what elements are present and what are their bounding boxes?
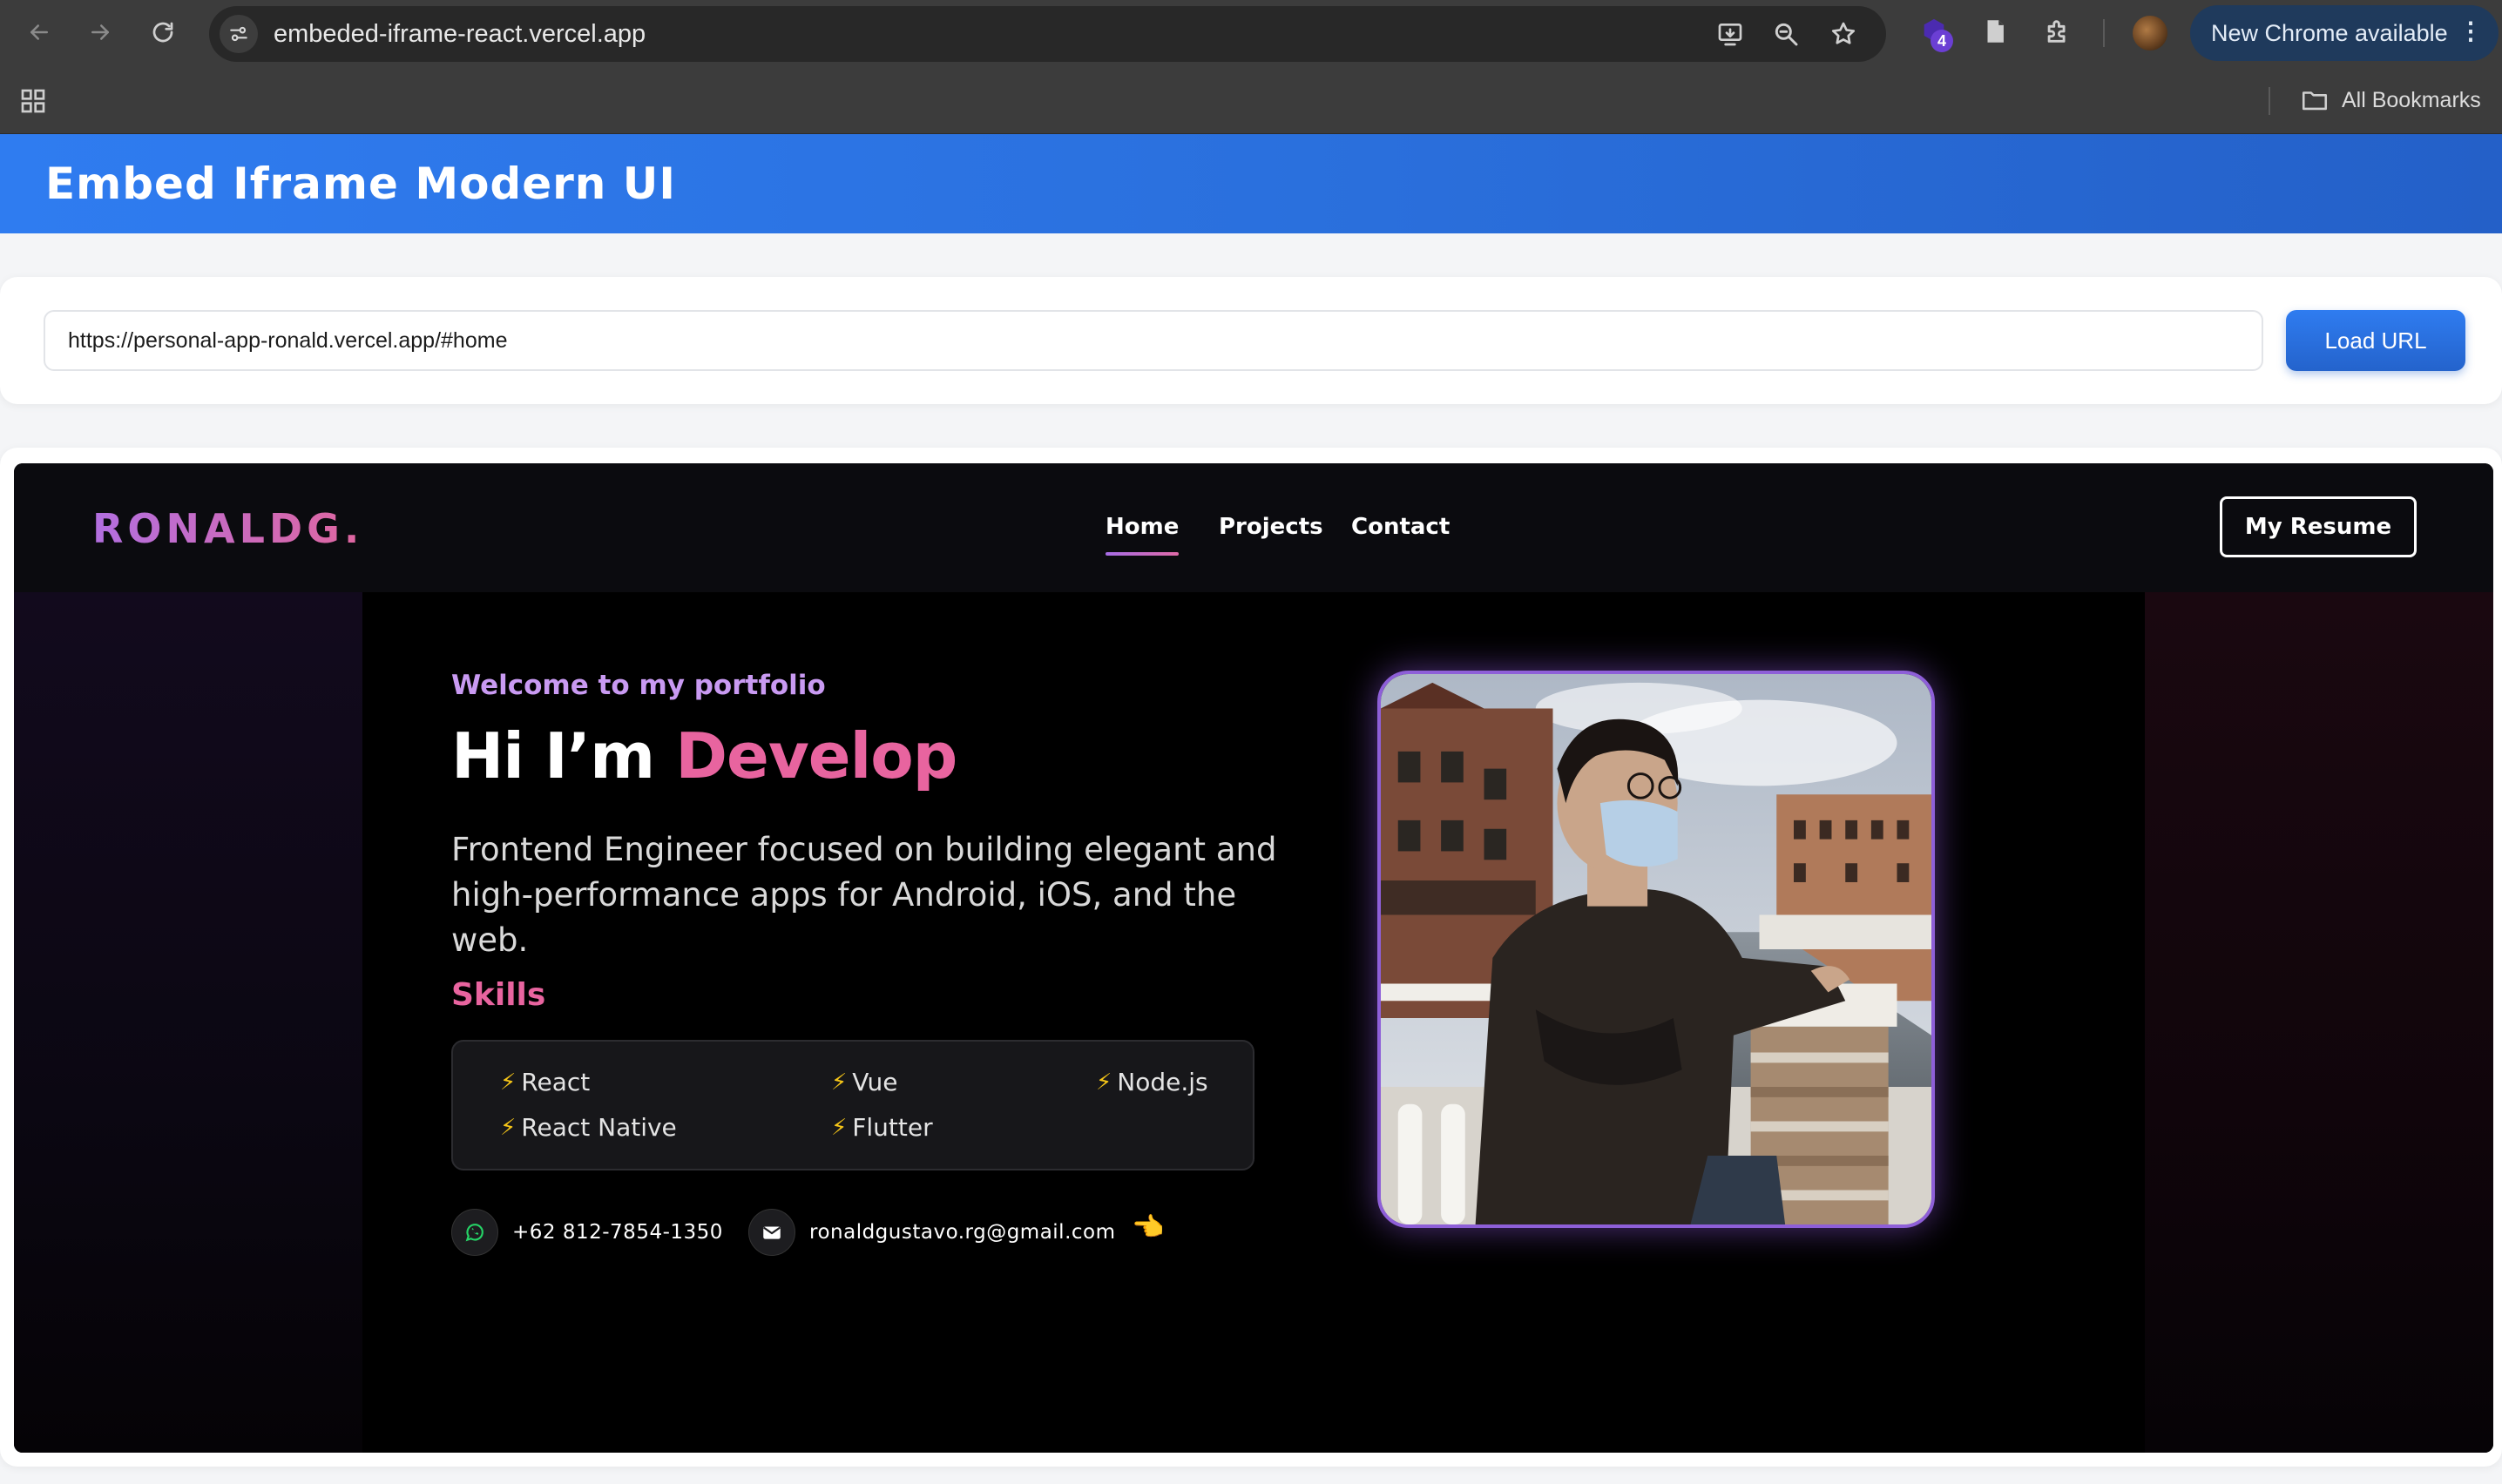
app-title: Embed Iframe Modern UI <box>45 159 677 209</box>
url-form-card: Load URL <box>0 277 2502 404</box>
address-bar[interactable]: embeded-iframe-react.vercel.app <box>209 6 1886 62</box>
site-info-button[interactable] <box>220 15 258 53</box>
star-icon <box>1831 22 1856 44</box>
reload-icon <box>152 22 173 43</box>
skill-item: ⚡ Vue <box>831 1068 898 1096</box>
install-app-button[interactable] <box>1714 18 1746 50</box>
nav-active-indicator <box>1106 552 1179 556</box>
lightning-icon: ⚡ <box>1096 1069 1112 1096</box>
profile-photo <box>1377 671 1935 1228</box>
skills-box: ⚡ React ⚡ Vue ⚡ Node.js ⚡ React Native ⚡ Flut… <box>451 1040 1254 1170</box>
lightning-icon: ⚡ <box>500 1114 517 1141</box>
zoom-button[interactable] <box>1770 18 1802 50</box>
apps-grid-icon[interactable] <box>19 87 47 115</box>
mail-icon <box>748 1209 795 1256</box>
skill-item: ⚡ React Native <box>500 1113 677 1142</box>
hero-right-gradient <box>2145 592 2493 1453</box>
hero-section: Welcome to my portfolio Hi I’m Develop F… <box>14 592 2493 1453</box>
hero-left-gradient <box>14 592 362 1453</box>
skill-label: React <box>521 1068 591 1096</box>
load-url-button[interactable]: Load URL <box>2286 310 2465 371</box>
nav-home-link[interactable]: Home <box>1106 514 1179 540</box>
bookmarks-bar: All Bookmarks <box>0 66 2502 134</box>
address-url[interactable]: embeded-iframe-react.vercel.app <box>274 20 646 49</box>
lightning-icon: ⚡ <box>831 1069 848 1096</box>
extension-badge: 4 <box>1931 30 1953 52</box>
embedded-iframe[interactable]: RONALDG. Home Projects Contact My Resume… <box>14 463 2493 1453</box>
phone-number: +62 812-7854-1350 <box>512 1221 723 1244</box>
folder-icon <box>2302 91 2328 111</box>
zoom-icon <box>1775 23 1798 46</box>
reading-list-button[interactable] <box>1978 14 2012 49</box>
all-bookmarks-label: All Bookmarks <box>2342 87 2481 112</box>
reload-button[interactable] <box>143 12 183 52</box>
menu-dots-icon[interactable]: ⋮ <box>2458 19 2483 44</box>
browser-toolbar: embeded-iframe-react.vercel.app 4 New Ch… <box>0 0 2502 66</box>
greeting-text: Hi I’m <box>451 719 655 793</box>
welcome-text: Welcome to my portfolio <box>451 670 826 701</box>
profile-avatar[interactable] <box>2133 16 2167 51</box>
iframe-card: RONALDG. Home Projects Contact My Resume… <box>0 448 2502 1467</box>
hero-heading: Hi I’m Develop <box>451 719 957 793</box>
app-header: Embed Iframe Modern UI <box>0 134 2502 233</box>
email-contact[interactable]: ronaldgustavo.rg@gmail.com <box>748 1209 1116 1256</box>
skill-item: ⚡ Flutter <box>831 1113 933 1142</box>
my-resume-button[interactable]: My Resume <box>2220 496 2417 557</box>
chrome-update-button[interactable]: New Chrome available ⋮ <box>2190 5 2499 61</box>
lightning-icon: ⚡ <box>831 1114 848 1141</box>
email-address: ronaldgustavo.rg@gmail.com <box>809 1221 1116 1244</box>
skills-title: Skills <box>451 977 546 1013</box>
hero-description: Frontend Engineer focused on building el… <box>451 831 1277 959</box>
toolbar-divider <box>2103 19 2105 47</box>
install-icon <box>1718 24 1742 46</box>
whatsapp-icon <box>451 1209 498 1256</box>
back-button[interactable] <box>19 12 59 52</box>
all-bookmarks-folder[interactable]: All Bookmarks <box>2300 85 2481 115</box>
update-label: New Chrome available <box>2211 19 2448 46</box>
extensions-menu-button[interactable] <box>2040 14 2075 49</box>
arrow-right-icon <box>91 24 109 40</box>
nav-projects-link[interactable]: Projects <box>1219 514 1323 540</box>
nav-contact-link[interactable]: Contact <box>1351 514 1450 540</box>
skill-item: ⚡ React <box>500 1068 590 1096</box>
puzzle-icon <box>2047 20 2066 43</box>
site-navbar: RONALDG. Home Projects Contact My Resume <box>14 463 2493 592</box>
skill-label: Flutter <box>852 1113 933 1142</box>
bookmarks-divider <box>2269 87 2270 115</box>
pointing-hand-icon: 👈 <box>1132 1213 1165 1242</box>
bookmark-star-button[interactable] <box>1828 18 1859 50</box>
profile-photo-image <box>1381 674 1931 1224</box>
phone-contact[interactable]: +62 812-7854-1350 <box>451 1209 723 1256</box>
url-input[interactable] <box>44 310 2263 371</box>
skill-label: Vue <box>852 1068 898 1096</box>
skill-label: React Native <box>521 1113 677 1142</box>
tune-icon <box>230 26 247 42</box>
greeting-accent: Develop <box>675 719 957 793</box>
forward-button[interactable] <box>80 12 120 52</box>
skill-label: Node.js <box>1117 1068 1208 1096</box>
lightning-icon: ⚡ <box>500 1069 517 1096</box>
site-logo[interactable]: RONALDG. <box>92 505 363 552</box>
document-icon <box>1987 20 2004 43</box>
arrow-left-icon <box>30 24 48 40</box>
skill-item: ⚡ Node.js <box>1096 1068 1208 1096</box>
